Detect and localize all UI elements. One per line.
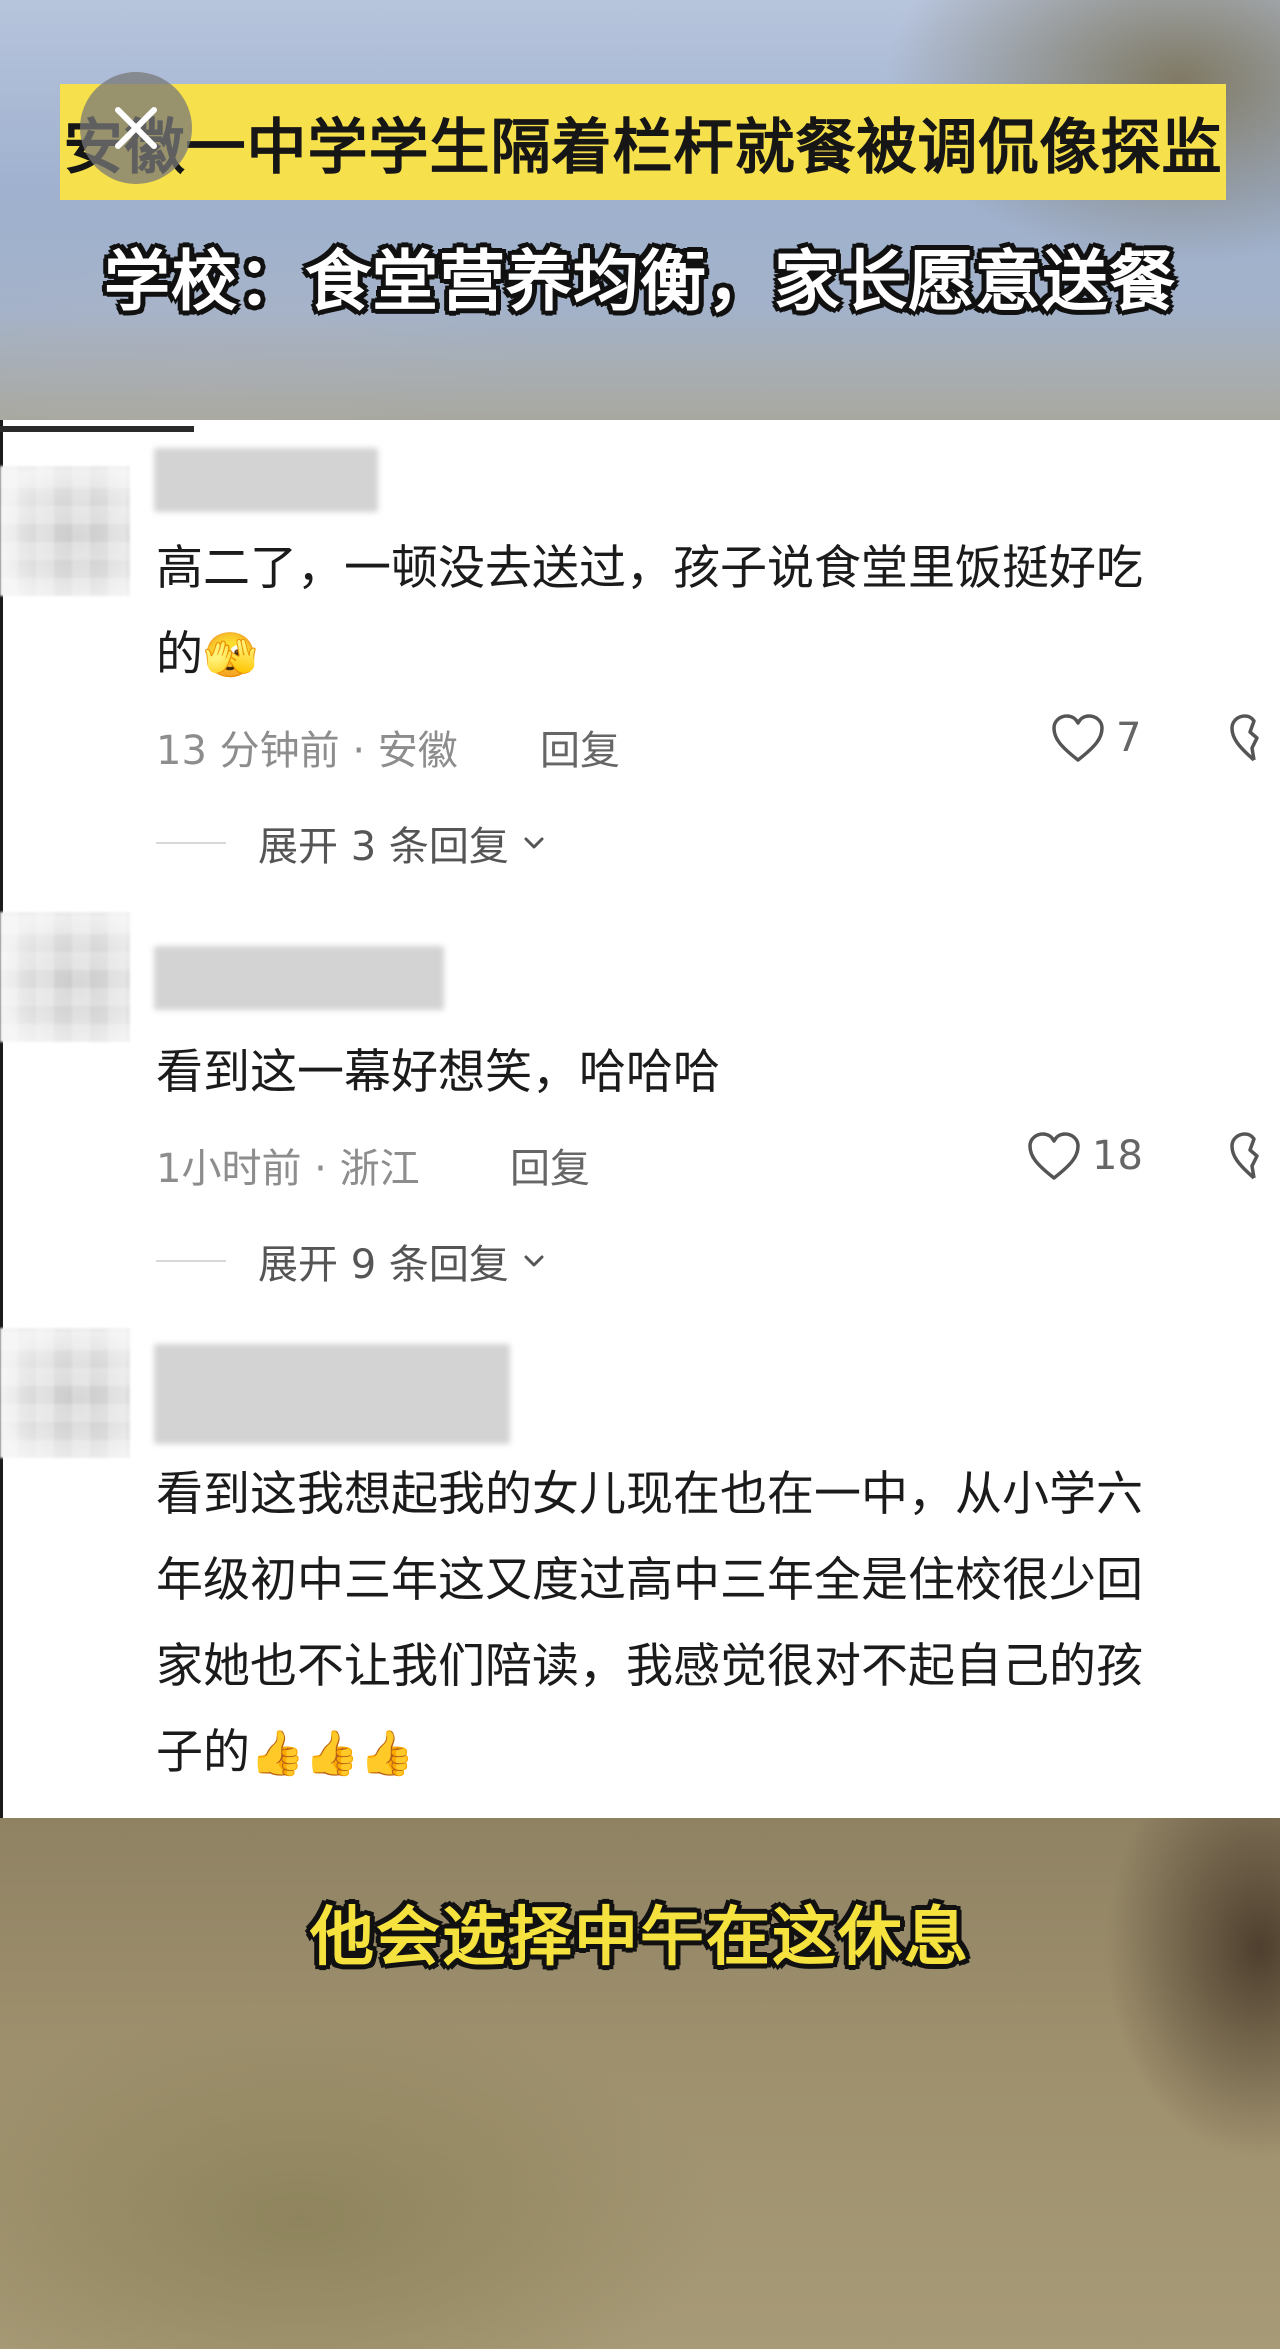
video-top-background (0, 0, 1280, 420)
reply-button[interactable]: 回复 (510, 1136, 590, 1194)
expand-replies-label: 展开 3 条回复 (258, 824, 509, 870)
comment-line: 看到这我想起我的女儿现在也在一中，从小学六 (156, 1467, 1143, 1522)
divider-line (156, 842, 226, 844)
comment-line: 看到这一幕好想笑，哈哈哈 (156, 1045, 720, 1100)
heart-outline-icon (1028, 1132, 1080, 1180)
avatar[interactable] (0, 912, 130, 1042)
username-blurred[interactable] (154, 448, 378, 512)
comment-line-text: 子的 (156, 1725, 250, 1780)
avatar[interactable] (0, 466, 130, 596)
video-headline: 安徽一中学学生隔着栏杆就餐被调侃像探监 (63, 112, 1223, 183)
panel-tab-indicator (0, 426, 194, 432)
like-count: 18 (1092, 1133, 1143, 1179)
like-count: 7 (1116, 715, 1142, 761)
comment-meta: 1小时前 · 浙江 (156, 1146, 420, 1192)
chevron-down-icon (524, 837, 544, 849)
divider-line (156, 1260, 226, 1262)
comment-text: 看到这我想起我的女儿现在也在一中，从小学六 年级初中三年这又度过高中三年全是住校… (156, 1452, 1266, 1797)
chevron-down-icon (524, 1255, 544, 1267)
close-icon (115, 107, 157, 149)
avatar[interactable] (0, 1328, 130, 1458)
comment-meta: 13 分钟前 · 安徽 (156, 728, 458, 774)
username-blurred[interactable] (154, 946, 444, 1010)
video-subheadline: 学校：食堂营养均衡，家长愿意送餐 (104, 243, 1176, 320)
broken-heart-icon (1230, 1132, 1259, 1180)
username-blurred[interactable] (154, 1344, 510, 1444)
comment-line: 家她也不让我们陪读，我感觉很对不起自己的孩 (156, 1639, 1143, 1694)
thumbs-up-emoji: 👍👍👍 (250, 1728, 415, 1779)
expand-replies-button[interactable]: 展开 3 条回复 (156, 814, 551, 872)
face-peeking-emoji: 🫣 (203, 630, 258, 681)
expand-replies-label: 展开 9 条回复 (258, 1242, 509, 1288)
video-caption: 他会选择中午在这休息 (310, 1901, 970, 1975)
heart-outline-icon (1052, 714, 1104, 762)
comment-text: 看到这一幕好想笑，哈哈哈 (156, 1030, 1266, 1116)
dislike-button[interactable] (1228, 712, 1280, 768)
broken-heart-icon (1230, 714, 1259, 762)
comment-line: 高二了，一顿没去送过，孩子说食堂里饭挺好吃 (156, 541, 1143, 596)
reply-button[interactable]: 回复 (540, 718, 620, 776)
comment-line: 子的👍👍👍 (156, 1710, 1266, 1797)
expand-replies-button[interactable]: 展开 9 条回复 (156, 1232, 551, 1290)
like-button[interactable]: 18 (1026, 1130, 1143, 1182)
close-button[interactable] (80, 72, 192, 184)
like-button[interactable]: 7 (1050, 712, 1141, 764)
comment-line: 的🫣 (156, 612, 1266, 699)
comment-line-text: 的 (156, 627, 203, 682)
comment-line: 年级初中三年这又度过高中三年全是住校很少回 (156, 1553, 1143, 1608)
comment-text: 高二了，一顿没去送过，孩子说食堂里饭挺好吃 的🫣 (156, 526, 1266, 699)
dislike-button[interactable] (1228, 1130, 1280, 1186)
